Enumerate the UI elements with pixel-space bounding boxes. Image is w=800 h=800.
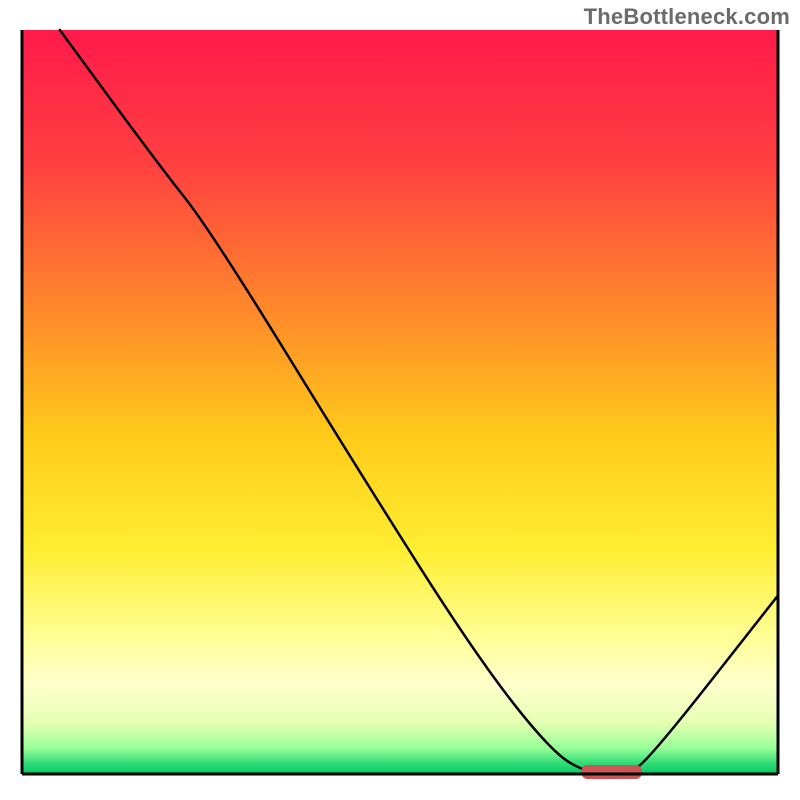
plot-area — [22, 30, 778, 779]
watermark-text: TheBottleneck.com — [584, 4, 790, 30]
recommended-range-marker — [581, 765, 641, 779]
chart-svg — [0, 0, 800, 800]
bottleneck-chart: TheBottleneck.com — [0, 0, 800, 800]
gradient-rect — [22, 30, 778, 774]
